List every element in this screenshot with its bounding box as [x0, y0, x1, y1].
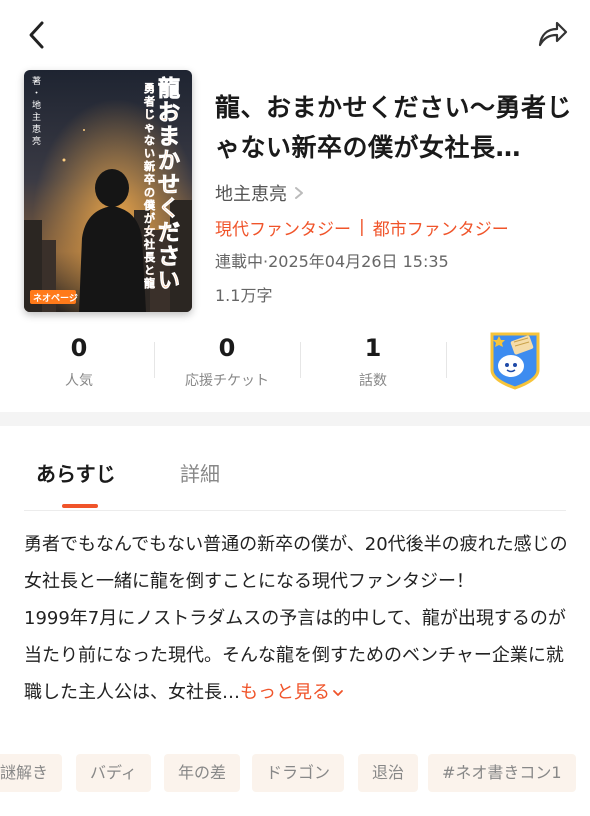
- publication-status: 連載中·2025年04月26日 15:35: [215, 252, 449, 271]
- back-button[interactable]: [22, 18, 54, 52]
- svg-text:な: な: [144, 134, 155, 147]
- book-cover-art: 龍 お ま か せ く だ さ い 勇者じゃ ない新卒 の僕が女 社長と龍 著・…: [24, 70, 192, 312]
- svg-text:著: 著: [32, 75, 41, 87]
- mascot-badge-icon: [490, 332, 540, 390]
- svg-text:社: 社: [143, 237, 155, 251]
- stat-popularity: 0 人気: [4, 330, 154, 390]
- mascot-badge[interactable]: [486, 328, 544, 390]
- share-button[interactable]: [534, 16, 570, 52]
- share-arrow-icon: [538, 21, 568, 47]
- svg-text:が: が: [144, 211, 155, 225]
- svg-text:い: い: [144, 147, 155, 160]
- top-bar: [0, 0, 590, 68]
- synopsis-paragraph: 1999年7月にノストラダムスの予言は的中して、龍が出現するのが当たり前になった…: [24, 600, 568, 711]
- author-name: 地主恵亮: [215, 184, 287, 205]
- tag-chip[interactable]: 退治: [358, 754, 419, 792]
- tab-details[interactable]: 詳細: [180, 458, 220, 487]
- content-tabs: あらすじ 詳細: [0, 426, 590, 512]
- svg-text:僕: 僕: [143, 198, 156, 212]
- author-link[interactable]: 地主恵亮: [215, 180, 575, 206]
- svg-text:龍: 龍: [144, 276, 155, 290]
- active-tab-indicator: [62, 504, 98, 508]
- section-divider-band: [0, 412, 590, 426]
- tab-divider: [24, 510, 566, 511]
- tag-chip[interactable]: ドラゴン: [252, 754, 345, 792]
- svg-text:さ: さ: [158, 245, 180, 270]
- svg-text:新: 新: [144, 159, 155, 173]
- svg-text:長: 長: [144, 251, 156, 264]
- svg-text:ゃ: ゃ: [144, 121, 155, 134]
- svg-text:い: い: [158, 269, 180, 294]
- book-title: 龍、おまかせください〜勇者じゃない新卒の僕が女社長…: [215, 93, 573, 162]
- tag-list: 謎解き バディ 年の差 ドラゴン 退治 #ネオ書きコン1: [0, 754, 590, 792]
- svg-text:ネオページ: ネオページ: [33, 293, 78, 304]
- stat-support-tickets: 0 応援チケット: [152, 330, 302, 390]
- svg-text:恵: 恵: [32, 123, 41, 135]
- stat-label: 応援チケット: [185, 373, 269, 389]
- chevron-left-icon: [29, 21, 44, 49]
- svg-text:だ: だ: [158, 221, 180, 246]
- genre-separator: |: [359, 217, 365, 237]
- svg-text:者: 者: [143, 94, 155, 108]
- tag-chip[interactable]: 謎解き: [0, 754, 63, 792]
- svg-text:主: 主: [32, 111, 41, 123]
- svg-text:・: ・: [32, 89, 41, 99]
- synopsis-text: 勇者でもなんでもない普通の新卒の僕が、20代後半の疲れた感じの女社長と一緒に龍を…: [24, 526, 568, 711]
- svg-text:地: 地: [32, 99, 41, 111]
- book-info: 龍、おまかせください〜勇者じゃない新卒の僕が女社長… 地主恵亮 現代ファンタジー…: [215, 88, 575, 306]
- svg-text:亮: 亮: [32, 135, 41, 147]
- genre-tag[interactable]: 都市ファンタジー: [373, 215, 509, 240]
- svg-text:せ: せ: [158, 173, 180, 198]
- tab-synopsis[interactable]: あらすじ: [36, 458, 116, 487]
- stat-divider: [446, 342, 447, 378]
- read-more-label: もっと見る: [240, 682, 330, 703]
- svg-text:勇: 勇: [144, 82, 155, 95]
- svg-text:お: お: [158, 101, 180, 126]
- tag-chip[interactable]: バディ: [76, 754, 151, 792]
- svg-text:か: か: [158, 149, 180, 174]
- stat-value: 1: [364, 334, 382, 362]
- svg-text:ま: ま: [158, 125, 180, 150]
- genre-tag[interactable]: 現代ファンタジー: [215, 215, 351, 240]
- svg-text:と: と: [144, 264, 155, 277]
- svg-text:卒: 卒: [144, 172, 155, 186]
- chevron-down-icon: [333, 690, 343, 696]
- stat-value: 0: [218, 334, 236, 362]
- svg-text:の: の: [144, 186, 155, 199]
- read-more-button[interactable]: もっと見る: [240, 682, 344, 703]
- svg-text:龍: 龍: [158, 76, 180, 102]
- chevron-right-icon: [295, 187, 303, 199]
- stat-episodes: 1 話数: [298, 330, 448, 390]
- tag-chip[interactable]: #ネオ書きコン1: [428, 754, 576, 792]
- character-count: 1.1万字: [215, 286, 273, 305]
- stat-label: 人気: [65, 373, 93, 389]
- genre-row: 現代ファンタジー | 都市ファンタジー: [215, 214, 575, 240]
- tag-chip[interactable]: 年の差: [164, 754, 241, 792]
- svg-text:じ: じ: [144, 108, 155, 121]
- stat-label: 話数: [359, 373, 387, 389]
- svg-text:く: く: [158, 197, 180, 222]
- book-cover[interactable]: 龍 お ま か せ く だ さ い 勇者じゃ ない新卒 の僕が女 社長と龍 著・…: [24, 70, 192, 312]
- svg-text:女: 女: [144, 224, 155, 238]
- stat-value: 0: [70, 334, 88, 362]
- synopsis-paragraph: 勇者でもなんでもない普通の新卒の僕が、20代後半の疲れた感じの女社長と一緒に龍を…: [24, 534, 568, 592]
